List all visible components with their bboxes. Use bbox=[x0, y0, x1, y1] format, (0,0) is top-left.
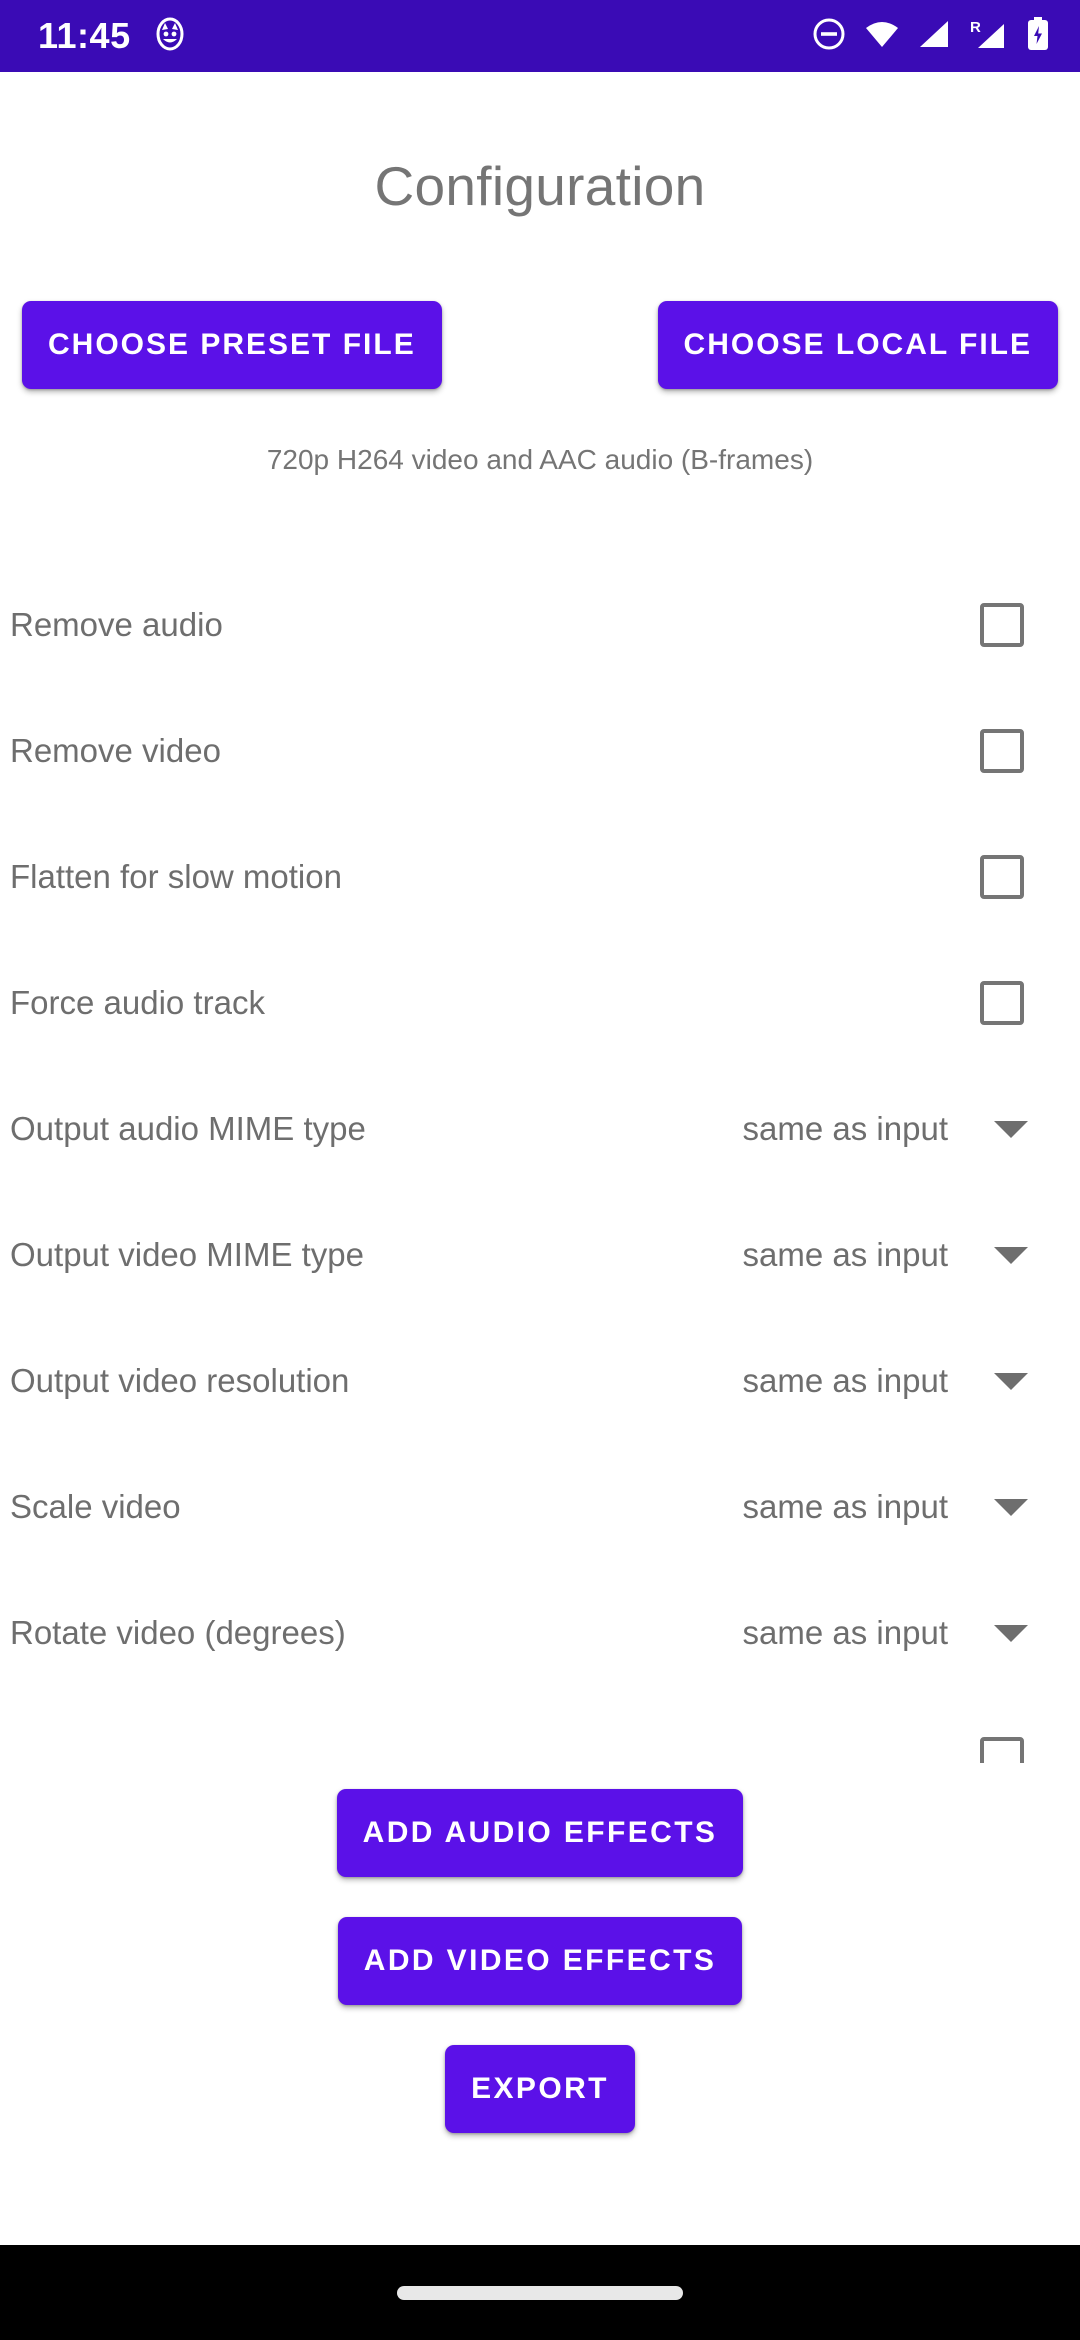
battery-charging-icon bbox=[1026, 16, 1050, 56]
export-button[interactable]: EXPORT bbox=[445, 2045, 635, 2133]
chevron-down-icon[interactable] bbox=[994, 1498, 1028, 1516]
status-bar: 11:45 R bbox=[0, 0, 1080, 72]
choose-local-file-button[interactable]: CHOOSE LOCAL FILE bbox=[657, 301, 1058, 389]
gesture-home-pill[interactable] bbox=[397, 2285, 683, 2300]
chevron-down-icon[interactable] bbox=[994, 1372, 1028, 1390]
option-row-output-audio-mime-type[interactable]: Output audio MIME type same as input bbox=[0, 1066, 1080, 1192]
output-video-resolution-value[interactable]: same as input bbox=[743, 1362, 948, 1400]
option-row-output-video-mime-type[interactable]: Output video MIME type same as input bbox=[0, 1192, 1080, 1318]
selected-file-description: 720p H264 video and AAC audio (B-frames) bbox=[266, 444, 814, 475]
output-video-mime-type-value[interactable]: same as input bbox=[743, 1236, 948, 1274]
force-audio-track-checkbox[interactable] bbox=[980, 981, 1024, 1025]
option-label: Output video MIME type bbox=[10, 1236, 364, 1273]
choose-preset-file-button[interactable]: CHOOSE PRESET FILE bbox=[22, 301, 442, 389]
option-label: Rotate video (degrees) bbox=[10, 1614, 346, 1651]
main-content: Configuration CHOOSE PRESET FILE CHOOSE … bbox=[0, 72, 1080, 2245]
status-bar-clock: 11:45 bbox=[38, 15, 131, 56]
scale-video-value[interactable]: same as input bbox=[743, 1488, 948, 1526]
option-row-remove-video[interactable]: Remove video bbox=[0, 688, 1080, 814]
option-label: Remove video bbox=[10, 732, 221, 769]
option-row-force-audio-track[interactable]: Force audio track bbox=[0, 940, 1080, 1066]
option-label: Force audio track bbox=[10, 984, 265, 1021]
option-row-rotate-video-degrees[interactable]: Rotate video (degrees) same as input bbox=[0, 1570, 1080, 1696]
svg-text:R: R bbox=[970, 19, 981, 36]
cellular-signal-icon bbox=[918, 19, 950, 54]
chevron-down-icon[interactable] bbox=[994, 1246, 1028, 1264]
options-list: Remove audio Remove video Flatten for sl… bbox=[0, 562, 1080, 1822]
add-video-effects-button[interactable]: ADD VIDEO EFFECTS bbox=[337, 1917, 743, 2005]
flatten-for-slow-motion-checkbox[interactable] bbox=[980, 855, 1024, 899]
option-row-remove-audio[interactable]: Remove audio bbox=[0, 562, 1080, 688]
option-row-output-video-resolution[interactable]: Output video resolution same as input bbox=[0, 1318, 1080, 1444]
do-not-disturb-icon bbox=[812, 17, 846, 56]
status-bar-left: 11:45 bbox=[38, 17, 185, 56]
status-bar-right: R bbox=[812, 16, 1050, 56]
option-label: Remove audio bbox=[10, 606, 223, 643]
wifi-icon bbox=[864, 19, 900, 54]
cellular-roaming-signal-icon: R bbox=[968, 18, 1008, 55]
output-audio-mime-type-value[interactable]: same as input bbox=[743, 1110, 948, 1148]
app-screen: 11:45 R Configuration CHOOSE PRESET FILE… bbox=[0, 0, 1080, 2340]
option-label: Scale video bbox=[10, 1488, 181, 1525]
option-label: Flatten for slow motion bbox=[10, 858, 342, 895]
option-row-flatten-for-slow-motion[interactable]: Flatten for slow motion bbox=[0, 814, 1080, 940]
rotate-video-degrees-value[interactable]: same as input bbox=[743, 1614, 948, 1652]
chevron-down-icon[interactable] bbox=[994, 1120, 1028, 1138]
action-button-stack: ADD AUDIO EFFECTS ADD VIDEO EFFECTS EXPO… bbox=[0, 1763, 1080, 2133]
add-audio-effects-button[interactable]: ADD AUDIO EFFECTS bbox=[336, 1789, 744, 1877]
notification-cat-icon bbox=[155, 17, 185, 56]
remove-video-checkbox[interactable] bbox=[980, 729, 1024, 773]
chevron-down-icon[interactable] bbox=[994, 1624, 1028, 1642]
option-row-scale-video[interactable]: Scale video same as input bbox=[0, 1444, 1080, 1570]
remove-audio-checkbox[interactable] bbox=[980, 603, 1024, 647]
page-title: Configuration bbox=[374, 155, 706, 217]
option-label: Output video resolution bbox=[10, 1362, 350, 1399]
file-selection-buttons: CHOOSE PRESET FILE CHOOSE LOCAL FILE bbox=[0, 301, 1080, 389]
system-navigation-bar bbox=[0, 2245, 1080, 2340]
option-label: Output audio MIME type bbox=[10, 1110, 366, 1147]
